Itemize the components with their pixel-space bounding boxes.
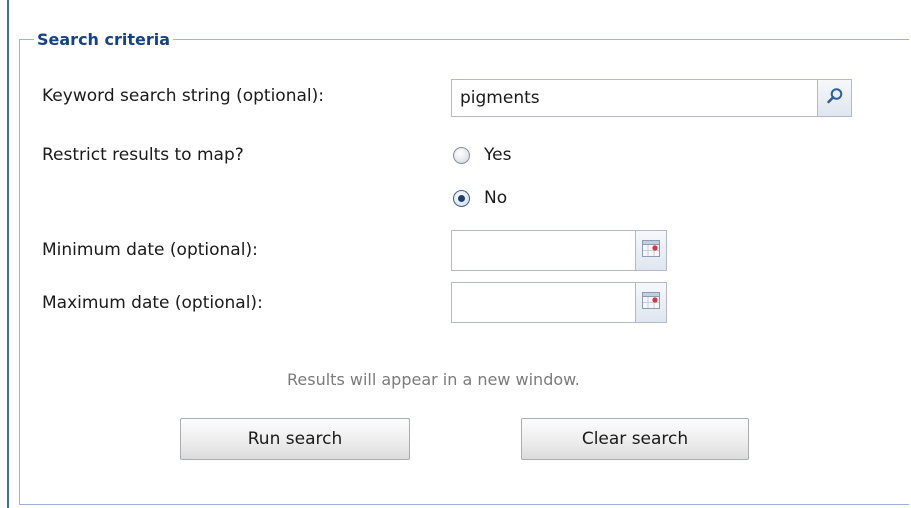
calendar-icon (642, 292, 660, 313)
panel-left-border (7, 0, 9, 508)
radio-yes-label[interactable]: Yes (484, 145, 511, 165)
results-hint: Results will appear in a new window. (287, 370, 580, 389)
max-date-input[interactable] (451, 282, 636, 323)
min-date-input[interactable] (451, 230, 636, 271)
max-date-label: Maximum date (optional): (42, 293, 263, 313)
min-date-picker-button[interactable] (635, 230, 667, 271)
keyword-label: Keyword search string (optional): (42, 86, 324, 106)
min-date-label: Minimum date (optional): (42, 240, 258, 260)
radio-yes[interactable] (453, 147, 470, 164)
radio-no[interactable] (453, 190, 470, 207)
clear-search-button[interactable]: Clear search (521, 418, 749, 460)
keyword-search-input[interactable] (451, 79, 819, 117)
radio-no-label[interactable]: No (484, 188, 507, 208)
search-trigger-button[interactable] (817, 79, 852, 117)
calendar-icon (642, 240, 660, 261)
magnifier-icon (826, 87, 844, 109)
run-search-button[interactable]: Run search (180, 418, 410, 460)
max-date-picker-button[interactable] (635, 282, 667, 323)
fieldset-legend: Search criteria (37, 30, 171, 49)
restrict-label: Restrict results to map? (42, 145, 244, 165)
